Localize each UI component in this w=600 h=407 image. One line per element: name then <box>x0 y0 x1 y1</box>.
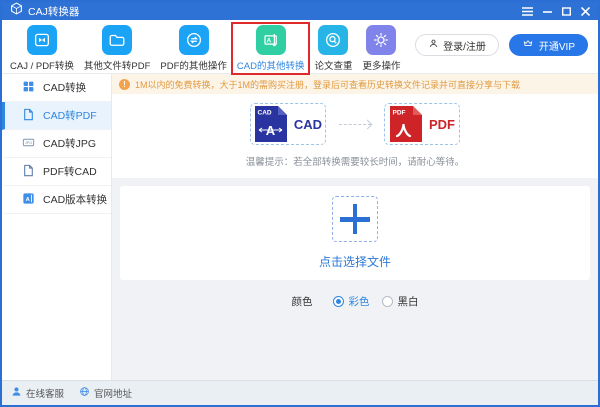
color-radio-group: 彩色 黑白 <box>332 294 419 309</box>
app-window: CAJ转换器 CAJ / PDF转换 其他文件转PDF PDF的其他操作 A C… <box>0 0 600 407</box>
online-service-label: 在线客服 <box>26 389 65 400</box>
maximize-button[interactable] <box>562 6 571 16</box>
sidebar-item-label: CAD转换 <box>43 82 87 94</box>
color-option-label: 颜色 <box>291 296 313 308</box>
sidebar-item-label: PDF转CAD <box>43 166 97 178</box>
toolbar-item-label: CAJ / PDF转换 <box>10 61 74 72</box>
radio-unselected-icon <box>381 296 393 307</box>
support-person-icon <box>11 386 22 400</box>
sidebar-item-label: CAD转PDF <box>43 110 97 122</box>
open-vip-button[interactable]: 开通VIP <box>508 34 588 56</box>
person-icon <box>428 38 439 52</box>
auth-buttons: 登录/注册 开通VIP <box>415 34 588 56</box>
notice-text: 1M以内的免费转换，大于1M的需购买注册，登录后可查看历史转换文件记录并可直接分… <box>135 79 521 90</box>
sidebar-item-cad-version-convert[interactable]: A CAD版本转换 <box>2 186 111 214</box>
file-select-card[interactable]: 点击选择文件 <box>120 186 590 280</box>
globe-icon <box>79 386 90 400</box>
website-label: 官网地址 <box>94 389 133 400</box>
menu-icon[interactable] <box>522 6 533 16</box>
toolbar-item-other-to-pdf[interactable]: 其他文件转PDF <box>79 23 156 74</box>
tip-text: 温馨提示：若全部转换需要较长时间，请耐心等待。 <box>245 157 465 168</box>
folder-to-pdf-icon <box>102 25 133 55</box>
toolbar-item-plagiarism-check[interactable]: 论文查重 <box>309 23 357 74</box>
notice-bar: ! 1M以内的免费转换，大于1M的需购买注册，登录后可查看历史转换文件记录并可直… <box>112 74 598 94</box>
cad-file-icon: CAD A <box>254 106 287 142</box>
toolbar-item-cad-other-convert[interactable]: A CAD的其他转换 <box>230 22 311 75</box>
cad-convert-icon: A <box>255 25 286 55</box>
sidebar-item-label: CAD版本转换 <box>43 194 108 206</box>
main-panel: ! 1M以内的免费转换，大于1M的需购买注册，登录后可查看历史转换文件记录并可直… <box>112 74 598 380</box>
open-vip-label: 开通VIP <box>538 41 575 53</box>
toolbar: CAJ / PDF转换 其他文件转PDF PDF的其他操作 A CAD的其他转换… <box>2 20 598 75</box>
toolbar-item-more-operations[interactable]: 更多操作 <box>357 23 405 74</box>
statusbar: 在线客服 官网地址 <box>2 380 598 405</box>
titlebar: CAJ转换器 <box>2 2 598 20</box>
sidebar-item-cad-to-jpg[interactable]: JPG CAD转JPG <box>2 130 111 158</box>
app-logo-icon <box>10 2 23 20</box>
toolbar-item-label: 论文查重 <box>314 61 353 72</box>
grid-icon <box>22 80 35 96</box>
pdf-file-icon: PDF <box>390 106 422 142</box>
website-link[interactable]: 官网地址 <box>79 386 132 400</box>
sidebar-item-label: CAD转JPG <box>43 138 97 150</box>
cad-badge-icon: A <box>22 192 35 208</box>
svg-text:A: A <box>26 196 30 202</box>
toolbar-item-label: CAD的其他转换 <box>236 61 305 72</box>
pdf-operations-sync-icon <box>178 25 209 55</box>
jpg-file-icon: JPG <box>22 136 35 152</box>
radio-black-white[interactable]: 黑白 <box>381 294 419 309</box>
target-format-box: PDF PDF <box>384 103 460 145</box>
radio-color[interactable]: 彩色 <box>332 294 370 309</box>
source-format-label: CAD <box>293 116 323 132</box>
sidebar-item-cad-convert[interactable]: CAD转换 <box>2 74 111 102</box>
radio-selected-icon <box>332 296 344 307</box>
plus-icon <box>340 204 370 234</box>
crown-icon <box>522 38 534 52</box>
content-area: CAD转换 CAD转PDF JPG CAD转JPG PDF转CAD A CAD版… <box>2 74 598 380</box>
sidebar: CAD转换 CAD转PDF JPG CAD转JPG PDF转CAD A CAD版… <box>2 74 112 380</box>
pdf-convert-icon <box>26 25 57 55</box>
toolbar-item-label: 更多操作 <box>362 61 401 72</box>
radio-black-white-label: 黑白 <box>397 296 419 308</box>
pdf-file-icon <box>22 164 35 180</box>
login-register-label: 登录/注册 <box>443 41 486 53</box>
window-title: CAJ转换器 <box>28 5 80 18</box>
login-register-button[interactable]: 登录/注册 <box>415 34 499 56</box>
conversion-hero: CAD A CAD PDF PDF 温馨提示：若全部转换需要较长时间，请耐心等待… <box>112 94 598 178</box>
svg-text:JPG: JPG <box>25 141 32 145</box>
add-file-button[interactable] <box>332 196 378 242</box>
source-format-box: CAD A CAD <box>250 103 326 145</box>
toolbar-item-caj-pdf-convert[interactable]: CAJ / PDF转换 <box>5 23 79 74</box>
sidebar-item-pdf-to-cad[interactable]: PDF转CAD <box>2 158 111 186</box>
arrow-right-icon <box>339 123 371 125</box>
info-icon: ! <box>119 78 130 90</box>
select-file-label: 点击选择文件 <box>318 255 391 269</box>
svg-text:PDF: PDF <box>393 110 406 117</box>
pdf-file-icon <box>22 108 35 124</box>
plagiarism-check-icon <box>318 25 349 55</box>
minimize-button[interactable] <box>543 7 552 16</box>
toolbar-item-label: PDF的其他操作 <box>160 61 227 72</box>
svg-text:A: A <box>266 123 276 138</box>
gear-icon <box>366 25 397 55</box>
svg-text:CAD: CAD <box>257 110 271 117</box>
close-button[interactable] <box>581 6 590 16</box>
target-format-label: PDF <box>429 116 455 132</box>
svg-text:A: A <box>266 38 271 45</box>
sidebar-item-cad-to-pdf[interactable]: CAD转PDF <box>2 102 111 130</box>
toolbar-item-label: 其他文件转PDF <box>83 61 151 72</box>
toolbar-item-pdf-operations[interactable]: PDF的其他操作 <box>155 23 232 74</box>
online-service-link[interactable]: 在线客服 <box>11 386 64 400</box>
radio-color-label: 彩色 <box>348 296 370 308</box>
color-option-row: 颜色 彩色 黑白 <box>112 294 598 309</box>
window-controls <box>522 6 590 16</box>
